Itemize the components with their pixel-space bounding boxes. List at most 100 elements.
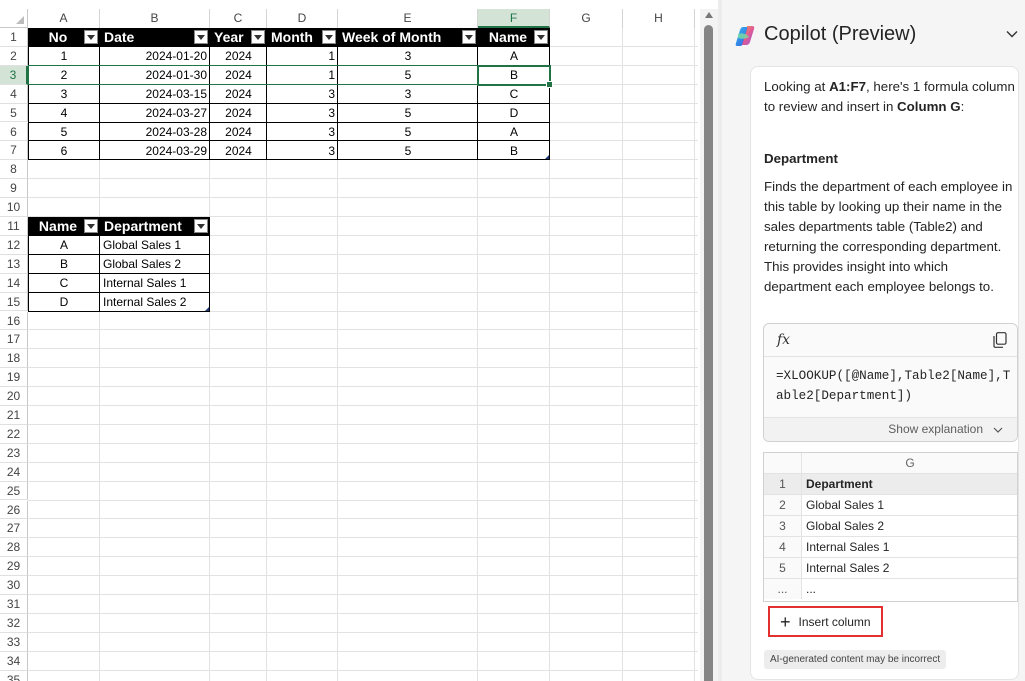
filter-dropdown-icon[interactable] xyxy=(84,219,98,234)
table-header-cell[interactable]: Month xyxy=(267,28,338,47)
table-cell[interactable]: D xyxy=(28,293,100,312)
table-cell[interactable]: 2024-01-30 xyxy=(100,66,210,85)
row-header[interactable]: 14 xyxy=(0,273,28,293)
table-cell[interactable]: Global Sales 2 xyxy=(100,255,210,274)
table-cell[interactable]: Global Sales 1 xyxy=(100,236,210,255)
table-header-cell[interactable]: Name xyxy=(28,217,100,236)
table-header-cell[interactable]: No xyxy=(28,28,100,47)
table-cell[interactable]: 2024 xyxy=(210,47,267,66)
column-header[interactable]: E xyxy=(338,9,478,28)
table-header-cell[interactable]: Week of Month xyxy=(338,28,478,47)
filter-dropdown-icon[interactable] xyxy=(322,30,336,45)
row-header[interactable]: 33 xyxy=(0,632,28,652)
table-cell[interactable]: B xyxy=(478,66,550,85)
table-resize-handle[interactable] xyxy=(205,306,209,311)
row-header[interactable]: 10 xyxy=(0,198,28,217)
worksheet[interactable]: ABCDEFGH 1 2 3 4 5 6 7 8 9 10 11 12 13 14 15 16 17 18 19 20… xyxy=(0,0,700,681)
filter-dropdown-icon[interactable] xyxy=(251,30,265,45)
table-cell[interactable]: 3 xyxy=(28,85,100,104)
table-cell[interactable]: 1 xyxy=(267,66,338,85)
row-header[interactable]: 3 xyxy=(0,65,28,85)
table-cell[interactable]: 2024-03-28 xyxy=(100,123,210,142)
table-cell[interactable]: 5 xyxy=(338,66,478,85)
table-cell[interactable]: 3 xyxy=(267,85,338,104)
column-header[interactable]: F xyxy=(478,9,550,28)
row-header[interactable]: 15 xyxy=(0,292,28,312)
chevron-down-icon[interactable] xyxy=(1005,27,1019,41)
row-header[interactable]: 4 xyxy=(0,84,28,104)
table-cell[interactable]: 5 xyxy=(338,123,478,142)
table-cell[interactable]: Internal Sales 2 xyxy=(100,293,210,312)
table-cell[interactable]: 3 xyxy=(267,141,338,160)
row-header[interactable]: 23 xyxy=(0,443,28,463)
row-header[interactable]: 5 xyxy=(0,103,28,123)
row-header[interactable]: 31 xyxy=(0,595,28,614)
row-header[interactable]: 18 xyxy=(0,349,28,369)
row-header[interactable]: 22 xyxy=(0,424,28,444)
column-header[interactable]: G xyxy=(550,9,623,28)
table-cell[interactable]: 1 xyxy=(28,47,100,66)
table-cell[interactable]: 2 xyxy=(28,66,100,85)
filter-dropdown-icon[interactable] xyxy=(194,219,208,234)
table-cell[interactable]: 5 xyxy=(338,104,478,123)
table-cell[interactable]: B xyxy=(28,255,100,274)
table-cell[interactable]: 2024 xyxy=(210,123,267,142)
table-cell[interactable]: 6 xyxy=(28,141,100,160)
table-cell[interactable]: 2024-03-29 xyxy=(100,141,210,160)
table-cell[interactable]: 2024 xyxy=(210,104,267,123)
filter-dropdown-icon[interactable] xyxy=(462,30,476,45)
row-header[interactable]: 30 xyxy=(0,576,28,595)
scroll-up-arrow-icon[interactable] xyxy=(705,12,713,18)
table-cell[interactable]: Internal Sales 1 xyxy=(100,274,210,293)
table-cell[interactable]: D xyxy=(478,104,550,123)
row-header[interactable]: 27 xyxy=(0,519,28,539)
table-cell[interactable]: 5 xyxy=(338,141,478,160)
row-header[interactable]: 1 xyxy=(0,28,28,47)
row-header[interactable]: 8 xyxy=(0,160,28,180)
row-header[interactable]: 2 xyxy=(0,46,28,66)
table-cell[interactable]: 4 xyxy=(28,104,100,123)
show-explanation-button[interactable]: Show explanation xyxy=(764,417,1017,441)
table-cell[interactable]: 2024 xyxy=(210,141,267,160)
table-cell[interactable]: 3 xyxy=(267,123,338,142)
row-header[interactable]: 29 xyxy=(0,557,28,577)
table-header-cell[interactable]: Date xyxy=(100,28,210,47)
table-header-cell[interactable]: Year xyxy=(210,28,267,47)
row-header[interactable]: 21 xyxy=(0,406,28,425)
row-header[interactable]: 17 xyxy=(0,330,28,350)
table-cell[interactable]: B xyxy=(478,141,550,160)
table-header-cell[interactable]: Department xyxy=(100,217,210,236)
row-header[interactable]: 35 xyxy=(0,670,28,681)
row-header[interactable]: 28 xyxy=(0,538,28,558)
table-resize-handle[interactable] xyxy=(545,155,549,160)
row-header[interactable]: 24 xyxy=(0,462,28,482)
filter-dropdown-icon[interactable] xyxy=(534,30,548,45)
table-cell[interactable]: A xyxy=(478,123,550,142)
row-header[interactable]: 16 xyxy=(0,311,28,331)
column-header[interactable]: B xyxy=(100,9,210,28)
column-header[interactable]: A xyxy=(28,9,100,28)
select-all-corner[interactable] xyxy=(0,9,28,28)
column-header[interactable]: C xyxy=(210,9,267,28)
row-header[interactable]: 19 xyxy=(0,368,28,388)
table-cell[interactable]: C xyxy=(28,274,100,293)
table-cell[interactable]: 5 xyxy=(28,123,100,142)
insert-column-button[interactable]: + Insert column xyxy=(768,606,883,637)
row-header[interactable]: 34 xyxy=(0,651,28,671)
table-cell[interactable]: 3 xyxy=(267,104,338,123)
table-cell[interactable]: 2024-01-20 xyxy=(100,47,210,66)
row-header[interactable]: 32 xyxy=(0,613,28,633)
table-cell[interactable]: 3 xyxy=(338,85,478,104)
row-header[interactable]: 25 xyxy=(0,481,28,501)
scroll-thumb[interactable] xyxy=(704,25,713,681)
table-cell[interactable]: 1 xyxy=(267,47,338,66)
row-header[interactable]: 20 xyxy=(0,387,28,406)
row-header[interactable]: 26 xyxy=(0,500,28,520)
table-header-cell[interactable]: Name xyxy=(478,28,550,47)
row-header[interactable]: 6 xyxy=(0,122,28,142)
row-header[interactable]: 11 xyxy=(0,217,28,236)
table-cell[interactable]: C xyxy=(478,85,550,104)
table-cell[interactable]: A xyxy=(478,47,550,66)
row-header[interactable]: 7 xyxy=(0,141,28,161)
row-header[interactable]: 9 xyxy=(0,179,28,199)
